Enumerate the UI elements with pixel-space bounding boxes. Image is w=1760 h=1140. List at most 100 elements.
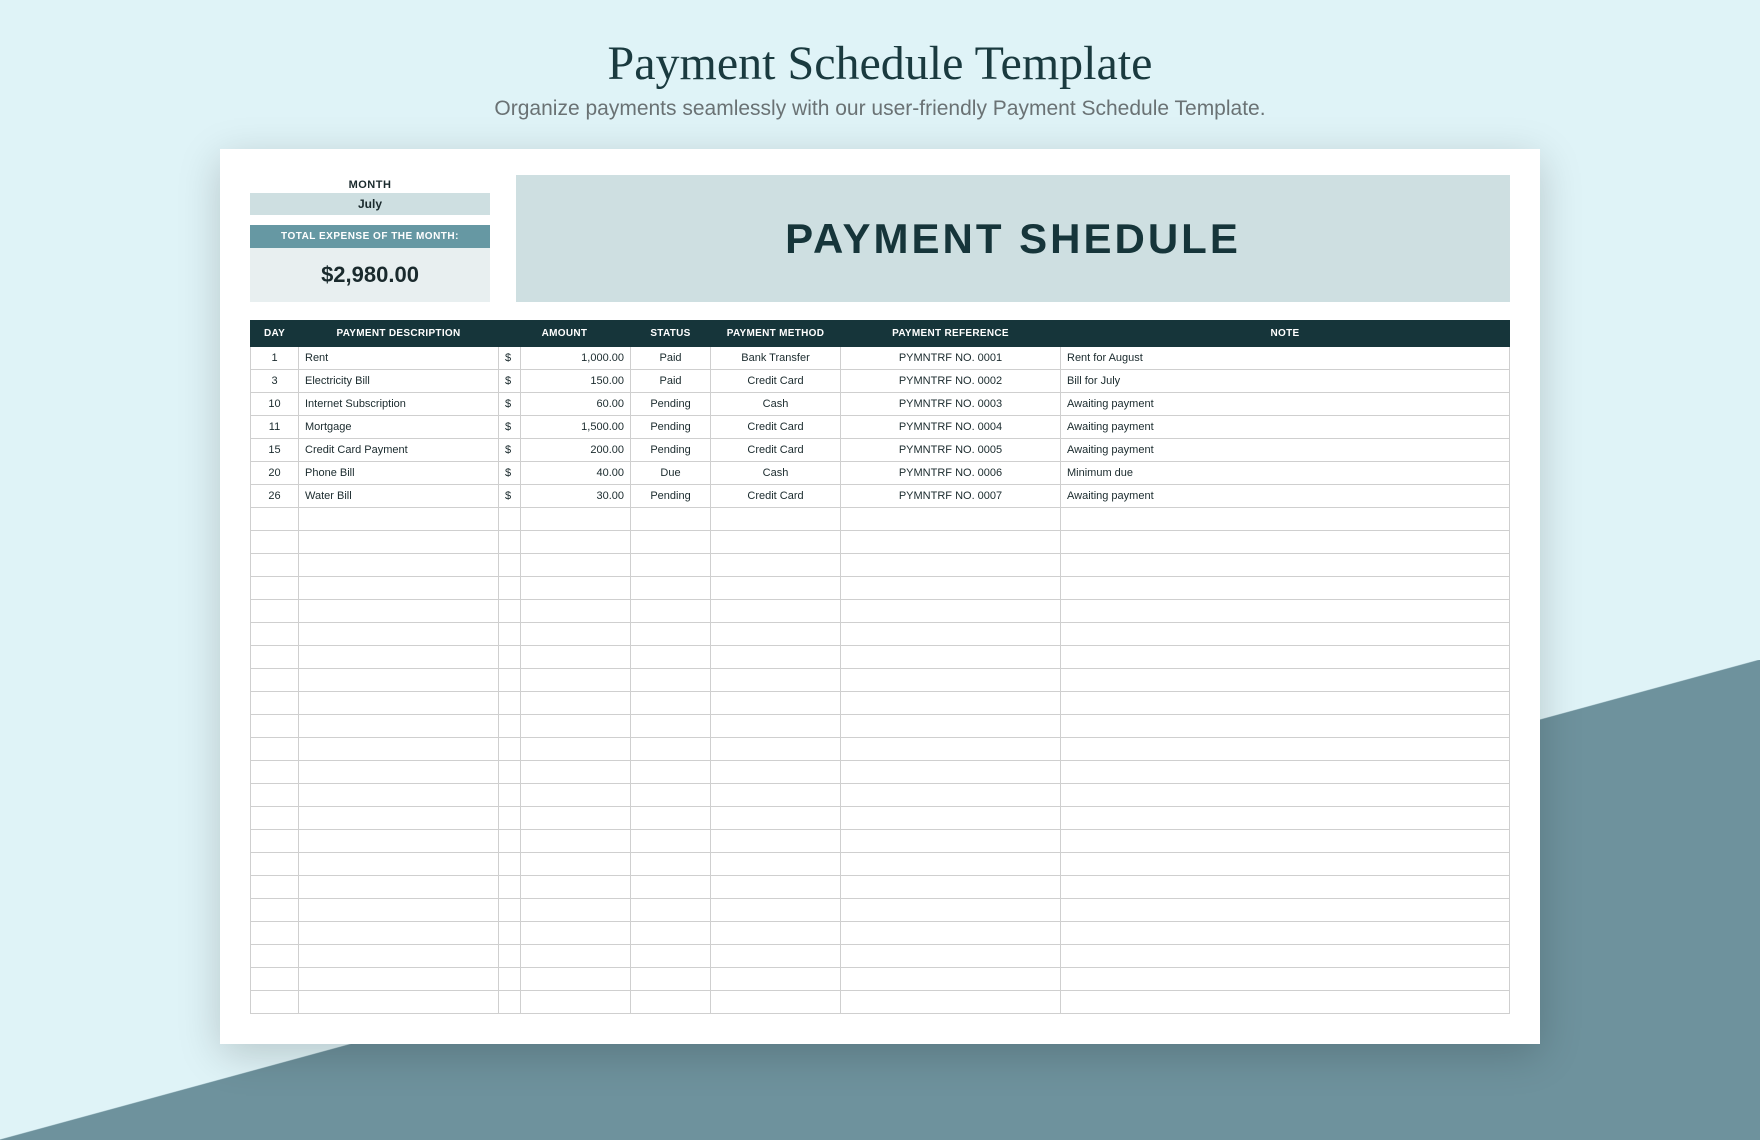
table-row-empty [251,830,1510,853]
th-note: NOTE [1061,321,1510,347]
table-row-empty [251,669,1510,692]
table-row-empty [251,807,1510,830]
table-row-empty [251,600,1510,623]
cell-amount: 200.00 [521,439,631,462]
summary-block: MONTH July TOTAL EXPENSE OF THE MONTH: $… [250,175,490,302]
cell-currency: $ [499,370,521,393]
cell-currency: $ [499,439,521,462]
cell-method: Cash [711,393,841,416]
page-subtitle: Organize payments seamlessly with our us… [0,97,1760,121]
table-row-empty [251,738,1510,761]
table-row-empty [251,577,1510,600]
table-row: 26Water Bill$30.00PendingCredit CardPYMN… [251,485,1510,508]
th-method: PAYMENT METHOD [711,321,841,347]
th-status: STATUS [631,321,711,347]
cell-amount: 150.00 [521,370,631,393]
cell-day: 11 [251,416,299,439]
cell-note: Bill for July [1061,370,1510,393]
table-row-empty [251,922,1510,945]
table-row-empty [251,853,1510,876]
cell-status: Pending [631,416,711,439]
cell-day: 3 [251,370,299,393]
cell-day: 10 [251,393,299,416]
cell-method: Credit Card [711,439,841,462]
cell-note: Awaiting payment [1061,439,1510,462]
table-row: 20Phone Bill$40.00DueCashPYMNTRF NO. 000… [251,462,1510,485]
cell-description: Internet Subscription [299,393,499,416]
th-reference: PAYMENT REFERENCE [841,321,1061,347]
table-header-row: DAY PAYMENT DESCRIPTION AMOUNT STATUS PA… [251,321,1510,347]
cell-status: Pending [631,485,711,508]
cell-status: Due [631,462,711,485]
template-card: MONTH July TOTAL EXPENSE OF THE MONTH: $… [220,149,1540,1044]
banner-text: PAYMENT SHEDULE [785,215,1241,263]
table-row-empty [251,968,1510,991]
th-amount: AMOUNT [499,321,631,347]
cell-method: Cash [711,462,841,485]
cell-status: Paid [631,347,711,370]
cell-reference: PYMNTRF NO. 0006 [841,462,1061,485]
cell-amount: 40.00 [521,462,631,485]
cell-amount: 30.00 [521,485,631,508]
table-row-empty [251,623,1510,646]
cell-currency: $ [499,416,521,439]
table-row-empty [251,554,1510,577]
month-label: MONTH [250,175,490,193]
cell-status: Pending [631,439,711,462]
cell-description: Water Bill [299,485,499,508]
table-row-empty [251,945,1510,968]
cell-status: Pending [631,393,711,416]
cell-note: Minimum due [1061,462,1510,485]
cell-currency: $ [499,393,521,416]
cell-description: Rent [299,347,499,370]
table-row: 15Credit Card Payment$200.00PendingCredi… [251,439,1510,462]
table-row-empty [251,692,1510,715]
page-title: Payment Schedule Template [0,36,1760,91]
cell-amount: 1,000.00 [521,347,631,370]
cell-description: Mortgage [299,416,499,439]
cell-reference: PYMNTRF NO. 0001 [841,347,1061,370]
table-row: 11Mortgage$1,500.00PendingCredit CardPYM… [251,416,1510,439]
payment-table: DAY PAYMENT DESCRIPTION AMOUNT STATUS PA… [250,320,1510,1014]
cell-currency: $ [499,347,521,370]
table-row-empty [251,715,1510,738]
table-row: 10Internet Subscription$60.00PendingCash… [251,393,1510,416]
cell-description: Phone Bill [299,462,499,485]
cell-amount: 1,500.00 [521,416,631,439]
table-body: 1Rent$1,000.00PaidBank TransferPYMNTRF N… [251,347,1510,1014]
table-row-empty [251,876,1510,899]
table-row-empty [251,784,1510,807]
cell-currency: $ [499,462,521,485]
th-description: PAYMENT DESCRIPTION [299,321,499,347]
table-row-empty [251,508,1510,531]
cell-method: Bank Transfer [711,347,841,370]
page-header: Payment Schedule Template Organize payme… [0,0,1760,121]
cell-note: Awaiting payment [1061,393,1510,416]
cell-method: Credit Card [711,485,841,508]
month-value: July [250,193,490,215]
cell-reference: PYMNTRF NO. 0002 [841,370,1061,393]
cell-reference: PYMNTRF NO. 0007 [841,485,1061,508]
table-row-empty [251,991,1510,1014]
cell-reference: PYMNTRF NO. 0004 [841,416,1061,439]
cell-description: Credit Card Payment [299,439,499,462]
cell-day: 1 [251,347,299,370]
cell-reference: PYMNTRF NO. 0005 [841,439,1061,462]
table-row-empty [251,761,1510,784]
table-row-empty [251,646,1510,669]
cell-reference: PYMNTRF NO. 0003 [841,393,1061,416]
cell-method: Credit Card [711,370,841,393]
cell-note: Awaiting payment [1061,416,1510,439]
total-expense-value: $2,980.00 [250,248,490,302]
table-row-empty [251,899,1510,922]
table-row: 3Electricity Bill$150.00PaidCredit CardP… [251,370,1510,393]
cell-description: Electricity Bill [299,370,499,393]
cell-note: Awaiting payment [1061,485,1510,508]
title-banner: PAYMENT SHEDULE [516,175,1510,302]
cell-currency: $ [499,485,521,508]
cell-amount: 60.00 [521,393,631,416]
cell-day: 15 [251,439,299,462]
table-row-empty [251,531,1510,554]
cell-day: 26 [251,485,299,508]
table-row: 1Rent$1,000.00PaidBank TransferPYMNTRF N… [251,347,1510,370]
